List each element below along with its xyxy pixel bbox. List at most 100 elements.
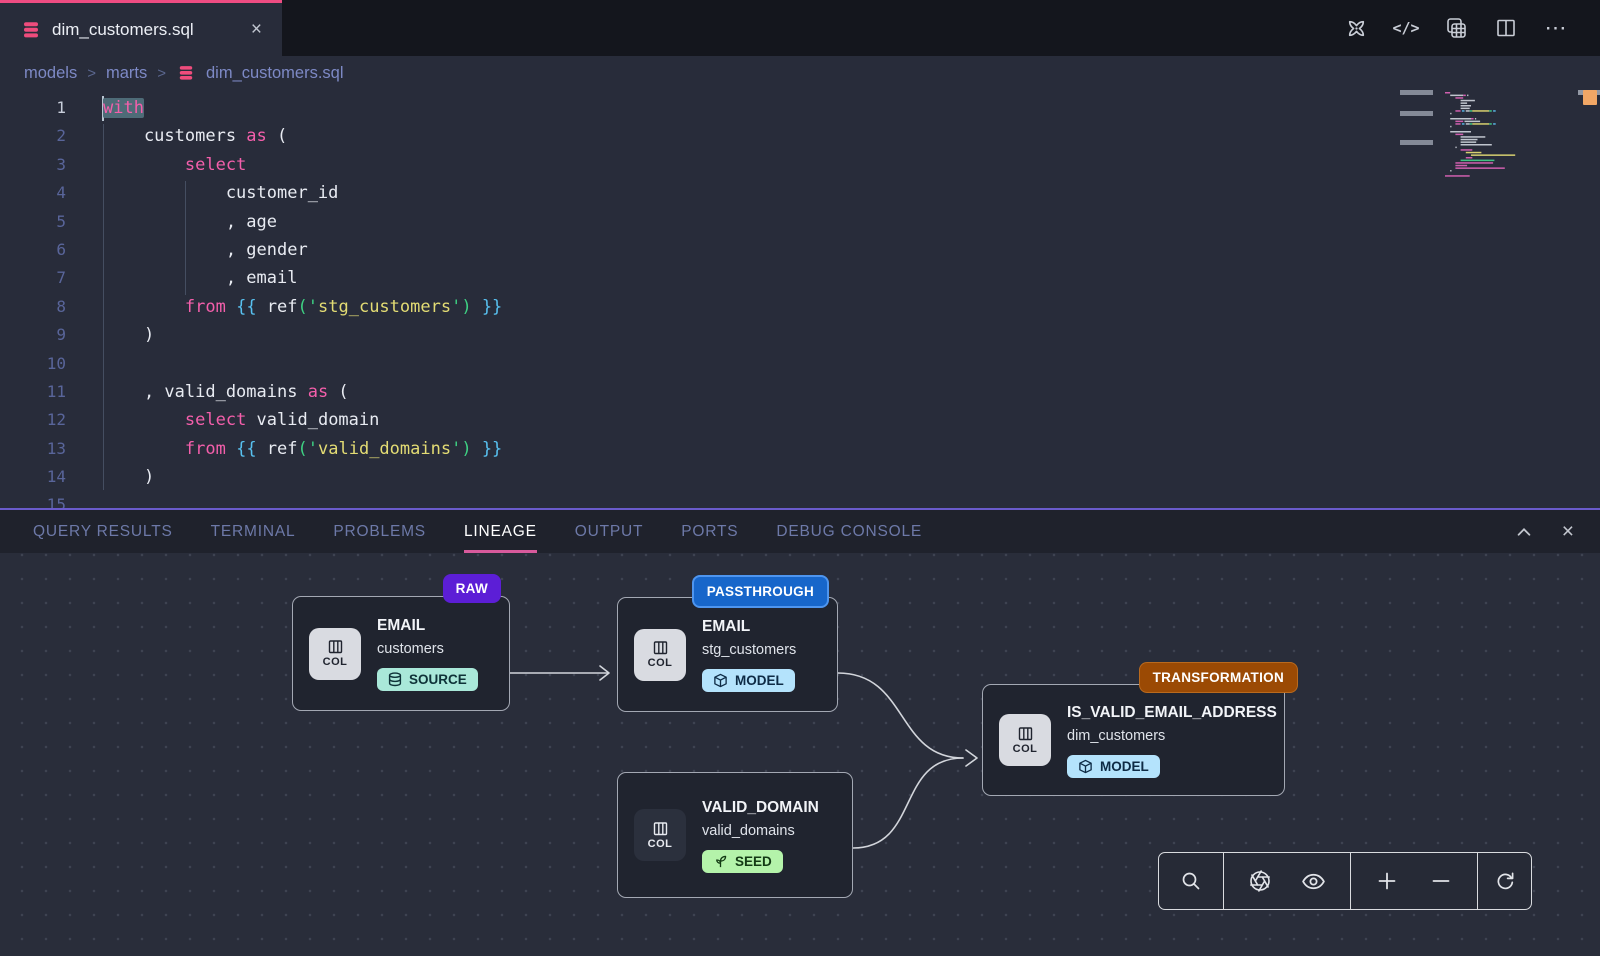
columns-icon: [327, 639, 344, 655]
code-token: customer_id: [103, 183, 338, 203]
code-token: valid_domains: [318, 439, 451, 459]
code-line[interactable]: customers as (: [103, 122, 1480, 150]
code-line[interactable]: select: [103, 151, 1480, 179]
refresh-icon[interactable]: [1488, 864, 1522, 898]
model-badge: MODEL: [702, 669, 795, 692]
close-tab-icon[interactable]: ×: [247, 18, 266, 41]
code-line[interactable]: with: [103, 94, 1480, 122]
code-token: valid_domain: [246, 410, 379, 430]
code-token: [472, 297, 482, 317]
database-icon: [388, 672, 402, 687]
code-token: [226, 297, 236, 317]
tab-title: dim_customers.sql: [52, 20, 235, 40]
code-token: from: [185, 297, 226, 317]
model-name: dim_customers: [1067, 725, 1165, 747]
code-token: , age: [103, 212, 277, 232]
code-token: , gender: [103, 240, 308, 260]
code-line[interactable]: select valid_domain: [103, 406, 1480, 434]
minimap[interactable]: [1443, 90, 1545, 178]
code-editor[interactable]: 123456789101112131415 with customers as …: [0, 90, 1600, 508]
tab-ports[interactable]: PORTS: [681, 510, 738, 553]
editor-tab-bar: dim_customers.sql × </> ⋯: [0, 0, 1600, 56]
overview-selection-marker: [1583, 90, 1597, 105]
arrowhead-icon: [966, 750, 977, 766]
code-line[interactable]: , age: [103, 208, 1480, 236]
tab-debug-console[interactable]: DEBUG CONSOLE: [776, 510, 922, 553]
line-number: 2: [0, 122, 66, 150]
zoom-in-icon[interactable]: [1370, 864, 1404, 898]
code-token: '): [451, 297, 471, 317]
code-line[interactable]: from {{ ref('valid_domains') }}: [103, 435, 1480, 463]
lineage-node-valid-domains-valid-domain[interactable]: COL VALID_DOMAIN valid_domains SEED: [617, 772, 853, 898]
edge-stg-customers-to-dim-customers: [838, 673, 963, 758]
breadcrumb-file[interactable]: dim_customers.sql: [206, 64, 344, 83]
lineage-node-stg-customers-email[interactable]: PASSTHROUGH COL EMAIL stg_customers MODE…: [617, 597, 838, 712]
tab-problems[interactable]: PROBLEMS: [333, 510, 426, 553]
model-name: stg_customers: [702, 639, 796, 661]
code-token: '): [451, 439, 471, 459]
columns-icon: [652, 640, 669, 656]
lineage-node-customers-email[interactable]: RAW COL EMAIL customers SOURCE: [292, 596, 510, 711]
lineage-toolbar: [1158, 852, 1532, 910]
minimap-mark: [1400, 90, 1433, 95]
code-token: [103, 155, 185, 175]
duplicate-table-icon[interactable]: [1444, 16, 1468, 40]
lineage-node-dim-customers-is-valid-email-address[interactable]: TRANSFORMATION COL IS_VALID_EMAIL_ADDRES…: [982, 684, 1285, 796]
column-chip: COL: [634, 809, 686, 861]
code-line[interactable]: , gender: [103, 236, 1480, 264]
code-token: ref: [257, 297, 298, 317]
code-token: with: [103, 98, 144, 118]
lineage-tag-raw: RAW: [443, 574, 501, 603]
tab-output[interactable]: OUTPUT: [575, 510, 644, 553]
line-number: 4: [0, 179, 66, 207]
snapshot-aperture-icon[interactable]: [1243, 864, 1277, 898]
code-token: , email: [103, 268, 297, 288]
code-line[interactable]: from {{ ref('stg_customers') }}: [103, 293, 1480, 321]
split-editor-icon[interactable]: [1494, 16, 1518, 40]
panel-actions: ×: [1514, 521, 1600, 542]
model-badge: MODEL: [1067, 755, 1160, 778]
code-line[interactable]: customer_id: [103, 179, 1480, 207]
code-line[interactable]: , email: [103, 264, 1480, 292]
code-token: }}: [482, 297, 502, 317]
line-number: 5: [0, 208, 66, 236]
search-icon[interactable]: [1174, 864, 1208, 898]
code-token: ): [103, 325, 154, 345]
line-number-gutter: 123456789101112131415: [0, 94, 78, 508]
code-token: }}: [482, 439, 502, 459]
tab-query-results[interactable]: QUERY RESULTS: [33, 510, 173, 553]
line-number: 15: [0, 491, 66, 508]
visibility-eye-icon[interactable]: [1297, 864, 1331, 898]
code-token: select: [185, 155, 246, 175]
code-token: (': [298, 297, 318, 317]
column-name: VALID_DOMAIN: [702, 798, 819, 818]
breadcrumb-models[interactable]: models: [24, 64, 77, 83]
chevron-up-icon[interactable]: [1514, 522, 1534, 542]
breadcrumb-marts[interactable]: marts: [106, 64, 147, 83]
bottom-panel-tab-bar: QUERY RESULTS TERMINAL PROBLEMS LINEAGE OUTP…: [0, 510, 1600, 553]
columns-icon: [652, 821, 669, 837]
code-line[interactable]: ): [103, 463, 1480, 491]
code-token: as: [308, 382, 328, 402]
tab-lineage[interactable]: LINEAGE: [464, 510, 537, 553]
code-lines: with customers as ( select customer_id ,…: [78, 94, 1480, 508]
code-line[interactable]: [103, 350, 1480, 378]
code-token: {{: [236, 439, 256, 459]
line-number: 7: [0, 264, 66, 292]
tab-terminal[interactable]: TERMINAL: [211, 510, 296, 553]
lineage-canvas[interactable]: RAW COL EMAIL customers SOURCE PASSTHROU…: [0, 553, 1600, 956]
code-line[interactable]: ): [103, 321, 1480, 349]
more-actions-icon[interactable]: ⋯: [1544, 16, 1568, 40]
open-as-code-icon[interactable]: </>: [1394, 16, 1418, 40]
code-line[interactable]: [103, 491, 1480, 508]
close-panel-icon[interactable]: ×: [1562, 521, 1574, 542]
dbt-extension-icon[interactable]: [1344, 16, 1368, 40]
line-number: 1: [0, 94, 66, 122]
column-chip: COL: [999, 714, 1051, 766]
zoom-out-icon[interactable]: [1424, 864, 1458, 898]
line-number: 14: [0, 463, 66, 491]
tab-dim-customers-sql[interactable]: dim_customers.sql ×: [0, 0, 282, 56]
code-line[interactable]: , valid_domains as (: [103, 378, 1480, 406]
code-token: from: [185, 439, 226, 459]
code-token: customers: [103, 126, 246, 146]
